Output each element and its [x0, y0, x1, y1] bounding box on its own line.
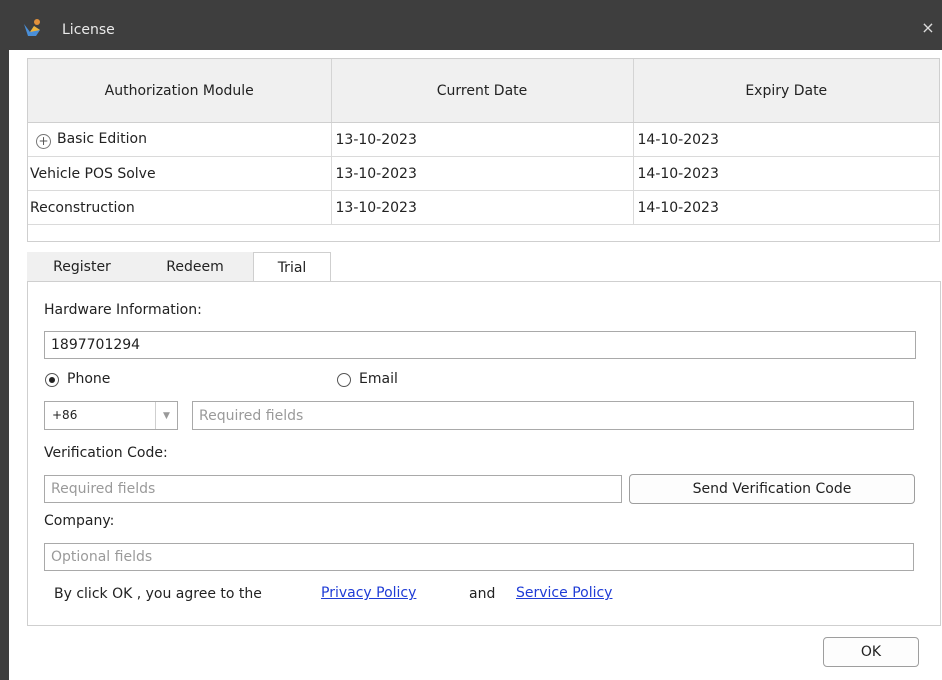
current-date-cell: 13-10-2023 [331, 122, 634, 157]
module-cell: + Basic Edition [28, 122, 332, 157]
expiry-date-cell: 14-10-2023 [633, 156, 939, 191]
app-logo-icon [24, 19, 40, 36]
verification-code-label: Verification Code: [44, 445, 168, 461]
license-dialog: Authorization Module Current Date Expiry… [9, 50, 942, 680]
close-icon[interactable]: × [918, 18, 938, 38]
verification-code-input[interactable] [44, 475, 622, 503]
service-policy-link[interactable]: Service Policy [516, 585, 612, 601]
trial-panel: Hardware Information: Phone Email +86 ▼ … [27, 281, 941, 626]
country-code-value: +86 [52, 408, 78, 422]
module-cell: Reconstruction [28, 190, 332, 225]
current-date-cell: 13-10-2023 [331, 156, 634, 191]
tab-redeem[interactable]: Redeem [137, 252, 253, 282]
dropdown-arrow-icon[interactable]: ▼ [155, 402, 177, 429]
email-radio[interactable] [337, 373, 351, 387]
authorization-table: Authorization Module Current Date Expiry… [27, 58, 940, 242]
privacy-policy-link[interactable]: Privacy Policy [321, 585, 416, 601]
table-row[interactable]: Reconstruction 13-10-2023 14-10-2023 [28, 190, 939, 225]
title-bar: License × [0, 0, 942, 50]
module-name: Basic Edition [57, 130, 147, 147]
agreement-and-text: and [469, 586, 496, 602]
current-date-cell: 13-10-2023 [331, 190, 634, 225]
company-label: Company: [44, 513, 115, 529]
expand-plus-icon[interactable]: + [36, 133, 51, 149]
country-code-select[interactable]: +86 ▼ [44, 401, 178, 430]
tab-register[interactable]: Register [27, 252, 137, 282]
expiry-date-cell: 14-10-2023 [633, 122, 939, 157]
window-title: License [62, 22, 115, 38]
window-frame-left [0, 50, 9, 680]
hardware-info-label: Hardware Information: [44, 302, 202, 318]
column-header-current-date[interactable]: Current Date [331, 59, 634, 123]
ok-button[interactable]: OK [823, 637, 919, 667]
email-radio-label: Email [359, 371, 398, 387]
hardware-info-field[interactable] [44, 331, 916, 359]
phone-radio[interactable] [45, 373, 59, 387]
column-header-module[interactable]: Authorization Module [28, 59, 332, 123]
expiry-date-cell: 14-10-2023 [633, 190, 939, 225]
send-verification-code-button[interactable]: Send Verification Code [629, 474, 915, 504]
company-input[interactable] [44, 543, 914, 571]
column-header-expiry-date[interactable]: Expiry Date [633, 59, 939, 123]
agreement-text: By click OK , you agree to the [54, 586, 262, 602]
table-header-row: Authorization Module Current Date Expiry… [28, 59, 939, 123]
table-row[interactable]: Vehicle POS Solve 13-10-2023 14-10-2023 [28, 156, 939, 191]
module-cell: Vehicle POS Solve [28, 156, 332, 191]
tab-trial[interactable]: Trial [253, 252, 331, 283]
table-row[interactable]: + Basic Edition 13-10-2023 14-10-2023 [28, 122, 939, 157]
phone-radio-label: Phone [67, 371, 111, 387]
phone-input[interactable] [192, 401, 914, 430]
